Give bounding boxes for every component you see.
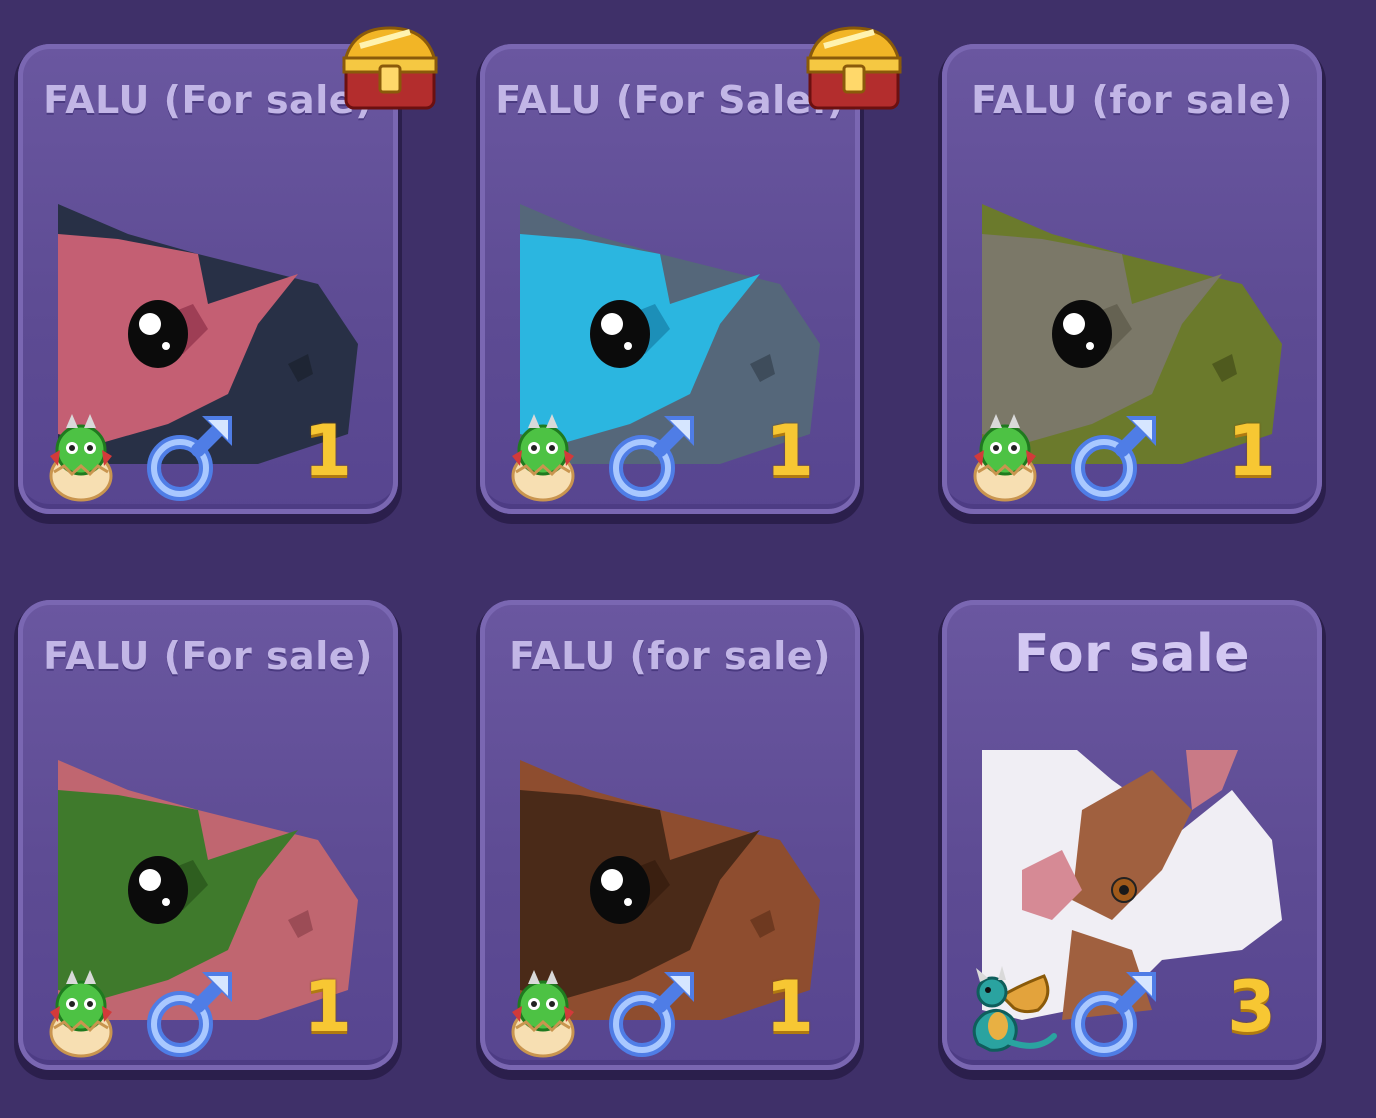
dragon-card-6[interactable]: For sale 3 <box>942 600 1322 1070</box>
dragon-inventory-grid: FALU (For sale) 1 FALU (For Sale.) 1 FAL… <box>0 0 1376 1118</box>
dragon-card-5[interactable]: FALU (for sale) 1 <box>480 600 860 1070</box>
dragon-card-2[interactable]: FALU (For Sale.) 1 <box>480 44 860 514</box>
dragon-count: 3 <box>1227 966 1276 1048</box>
male-icon <box>1071 416 1156 501</box>
dragon-count: 1 <box>765 410 814 492</box>
baby-dragon-egg-icon <box>511 414 575 502</box>
baby-dragon-egg-icon <box>49 970 113 1058</box>
dragon-card-1[interactable]: FALU (For sale) 1 <box>18 44 398 514</box>
male-icon <box>609 416 694 501</box>
baby-dragon-egg-icon <box>49 414 113 502</box>
male-icon <box>609 972 694 1057</box>
adult-dragon-icon <box>972 966 1057 1052</box>
male-icon <box>147 972 232 1057</box>
dragon-count: 1 <box>765 966 814 1048</box>
baby-dragon-egg-icon <box>511 970 575 1058</box>
treasure-chest-icon <box>806 26 902 110</box>
dragon-card-3[interactable]: FALU (for sale) 1 <box>942 44 1322 514</box>
baby-dragon-egg-icon <box>973 414 1037 502</box>
card-title: For sale <box>1013 624 1251 684</box>
card-title: FALU (For Sale.) <box>495 78 845 122</box>
dragon-count: 1 <box>1227 410 1276 492</box>
dragon-card-4[interactable]: FALU (For sale) 1 <box>18 600 398 1070</box>
card-title: FALU (For sale) <box>43 634 373 678</box>
dragon-count: 1 <box>303 410 352 492</box>
card-title: FALU (for sale) <box>509 634 831 678</box>
dragon-count: 1 <box>303 966 352 1048</box>
card-title: FALU (for sale) <box>971 78 1293 122</box>
male-icon <box>147 416 232 501</box>
treasure-chest-icon <box>342 26 438 110</box>
male-icon <box>1071 972 1156 1057</box>
